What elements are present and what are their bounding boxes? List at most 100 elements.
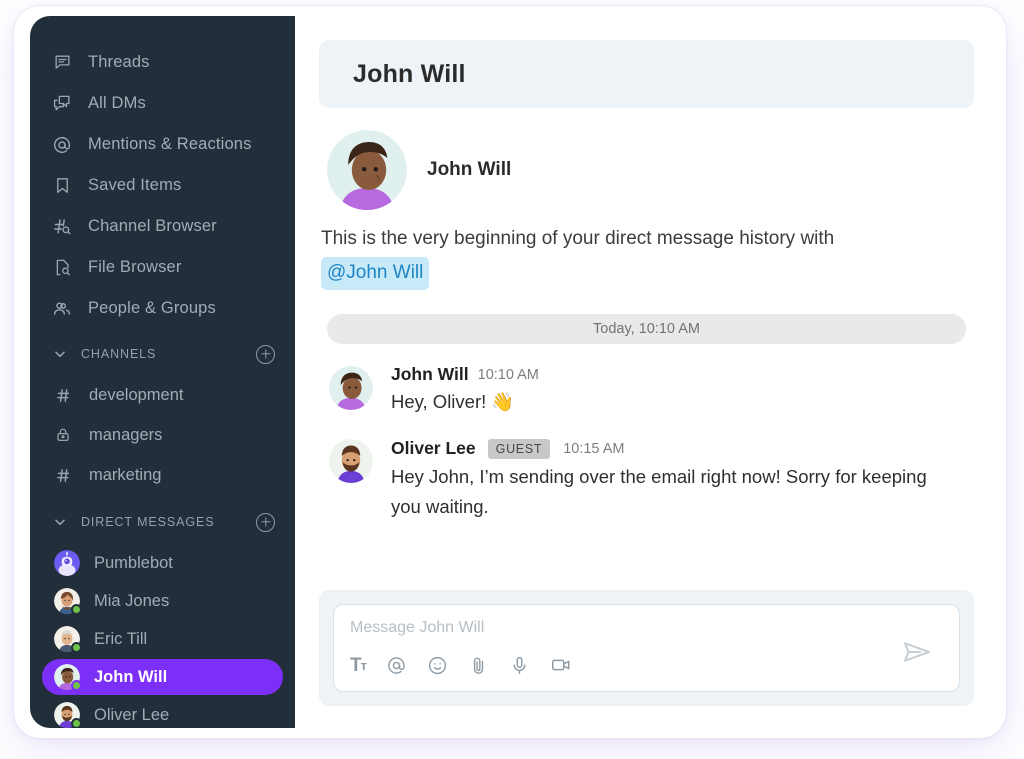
- sidebar-item-label: Mentions & Reactions: [88, 135, 252, 153]
- chat-app-window: Threads All DMs Mentions & Reactions Sav…: [30, 16, 998, 728]
- sidebar-channel-marketing[interactable]: marketing: [30, 455, 295, 495]
- dm-name: Pumblebot: [94, 553, 173, 572]
- dm-name: Mia Jones: [94, 591, 170, 610]
- message-meta: John Will 10:10 AM: [391, 365, 972, 384]
- sidebar-item-file-browser[interactable]: File Browser: [30, 247, 295, 288]
- conversation-intro: John Will This is the very beginning of …: [321, 108, 972, 290]
- sidebar-item-people-groups[interactable]: People & Groups: [30, 288, 295, 329]
- main-panel: John Will John Will This is the very beg…: [295, 16, 998, 728]
- message-timestamp: 10:10 AM: [477, 366, 539, 383]
- sidebar-dm-pumblebot[interactable]: Pumblebot: [42, 545, 283, 581]
- avatar: [54, 550, 80, 576]
- hash-icon: [54, 466, 72, 484]
- emoji-icon[interactable]: [427, 653, 448, 677]
- sidebar-dm-john-will[interactable]: John Will: [42, 659, 283, 695]
- message-timestamp: 10:15 AM: [563, 440, 625, 457]
- sidebar-item-mentions-reactions[interactable]: Mentions & Reactions: [30, 124, 295, 165]
- sidebar-item-label: File Browser: [88, 258, 182, 276]
- sidebar-nav-list: Threads All DMs Mentions & Reactions Sav…: [30, 42, 295, 333]
- dm-name: Eric Till: [94, 629, 148, 648]
- hash-icon: [54, 386, 72, 404]
- message-row: Oliver Lee GUEST 10:15 AM Hey John, I’m …: [321, 417, 972, 523]
- message-row: John Will 10:10 AM Hey, Oliver! 👋: [321, 344, 972, 417]
- all-dms-icon: [52, 94, 72, 114]
- date-divider-label: Today, 10:10 AM: [593, 321, 700, 337]
- message-meta: Oliver Lee GUEST 10:15 AM: [391, 438, 972, 459]
- sidebar-item-all-dms[interactable]: All DMs: [30, 83, 295, 124]
- page-title: John Will: [353, 59, 466, 88]
- online-status-dot: [71, 604, 82, 615]
- sidebar-dm-oliver-lee[interactable]: Oliver Lee: [42, 697, 283, 728]
- microphone-icon[interactable]: [509, 653, 530, 677]
- channels-section-title: CHANNELS: [81, 347, 157, 361]
- message-input[interactable]: [350, 619, 891, 643]
- message-text: Hey John, I’m sending over the email rig…: [391, 466, 927, 517]
- chat-header: John Will: [319, 40, 974, 108]
- channel-name: managers: [89, 425, 163, 444]
- channel-name: development: [89, 385, 184, 404]
- mentions-icon: [52, 135, 72, 155]
- format-text-icon[interactable]: Tт: [350, 653, 367, 677]
- threads-icon: [52, 53, 72, 73]
- intro-text: This is the very beginning of your direc…: [321, 228, 835, 249]
- sidebar-item-threads[interactable]: Threads: [30, 42, 295, 83]
- dms-section-title: DIRECT MESSAGES: [81, 515, 215, 529]
- sidebar-item-label: Saved Items: [88, 176, 182, 194]
- video-icon[interactable]: [550, 653, 572, 677]
- sidebar-item-label: Threads: [88, 53, 150, 71]
- intro-text-block: This is the very beginning of your direc…: [321, 224, 921, 290]
- sidebar-item-channel-browser[interactable]: Channel Browser: [30, 206, 295, 247]
- send-button[interactable]: [891, 636, 943, 668]
- composer-left: Tт: [350, 619, 891, 677]
- add-channel-button[interactable]: [256, 344, 275, 364]
- sidebar-item-saved-items[interactable]: Saved Items: [30, 165, 295, 206]
- bookmark-icon: [52, 176, 72, 196]
- avatar-image: [54, 550, 80, 576]
- sidebar-item-label: People & Groups: [88, 299, 216, 317]
- online-status-dot: [71, 680, 82, 691]
- message-text: Hey, Oliver! 👋: [391, 390, 515, 412]
- conversation-scroll[interactable]: John Will This is the very beginning of …: [319, 108, 974, 574]
- sidebar: Threads All DMs Mentions & Reactions Sav…: [30, 16, 295, 728]
- intro-user-name: John Will: [427, 159, 512, 180]
- add-dm-button[interactable]: [256, 512, 275, 532]
- chevron-down-icon: [52, 346, 68, 362]
- date-divider: Today, 10:10 AM: [327, 314, 966, 344]
- channels-section-header[interactable]: CHANNELS: [30, 333, 295, 375]
- composer-container: Tт: [319, 590, 974, 706]
- dms-section-header[interactable]: DIRECT MESSAGES: [30, 501, 295, 543]
- avatar: [54, 702, 82, 728]
- message-author[interactable]: John Will: [391, 365, 469, 384]
- mention-icon[interactable]: [386, 653, 407, 677]
- mention-chip[interactable]: @John Will: [321, 257, 430, 290]
- lock-icon: [54, 426, 72, 444]
- avatar: [54, 626, 82, 653]
- message-body: John Will 10:10 AM Hey, Oliver! 👋: [391, 365, 972, 417]
- channel-browser-icon: [52, 217, 72, 237]
- message-author[interactable]: Oliver Lee: [391, 439, 476, 458]
- sidebar-dm-eric-till[interactable]: Eric Till: [42, 621, 283, 657]
- avatar: [54, 664, 82, 691]
- dm-name: Oliver Lee: [94, 705, 170, 724]
- sidebar-dm-mia-jones[interactable]: Mia Jones: [42, 583, 283, 619]
- composer: Tт: [333, 604, 960, 692]
- online-status-dot: [71, 642, 82, 653]
- avatar: [327, 130, 407, 210]
- status-badge: GUEST: [487, 438, 551, 459]
- composer-toolbar: Tт: [350, 653, 891, 677]
- app-root: Threads All DMs Mentions & Reactions Sav…: [0, 0, 1024, 759]
- file-browser-icon: [52, 258, 72, 278]
- avatar[interactable]: [329, 366, 373, 410]
- attachment-icon[interactable]: [468, 653, 489, 677]
- chevron-down-icon: [52, 514, 68, 530]
- sidebar-item-label: All DMs: [88, 94, 146, 112]
- message-body: Oliver Lee GUEST 10:15 AM Hey John, I’m …: [391, 438, 972, 523]
- sidebar-channel-development[interactable]: development: [30, 375, 295, 415]
- dm-name: John Will: [94, 667, 168, 686]
- avatar[interactable]: [329, 438, 373, 483]
- sidebar-item-label: Channel Browser: [88, 217, 217, 235]
- people-groups-icon: [52, 299, 72, 319]
- intro-header: John Will: [321, 130, 972, 210]
- avatar: [54, 588, 82, 615]
- sidebar-channel-managers[interactable]: managers: [30, 415, 295, 455]
